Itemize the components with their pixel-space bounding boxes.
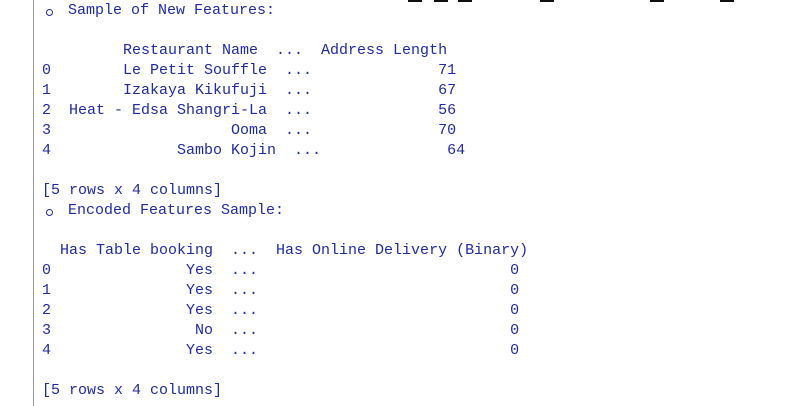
table-row: 4 Sambo Kojin ... 64	[42, 142, 466, 159]
section-title-text: Encoded Features Sample:	[68, 202, 285, 219]
table-row: 0 Yes ... 0	[42, 262, 520, 279]
table-row: 3 Ooma ... 70	[42, 122, 457, 139]
console-output: Sample of New Features: Restaurant Name …	[42, 1, 798, 401]
table-row: 3 No ... 0	[42, 322, 520, 339]
table-row: 4 Yes ... 0	[42, 342, 520, 359]
table-row: 0 Le Petit Souffle ... 71	[42, 62, 457, 79]
section-title-text: Sample of New Features:	[68, 2, 276, 19]
table-shape-footer: [5 rows x 4 columns]	[42, 382, 223, 399]
section-title-encoded-features: Encoded Features Sample:	[42, 201, 798, 221]
table-row: 2 Yes ... 0	[42, 302, 520, 319]
table-row: 1 Yes ... 0	[42, 282, 520, 299]
table-row: 1 Izakaya Kikufuji ... 67	[42, 82, 457, 99]
console-left-border	[33, 0, 34, 406]
table-shape-footer: [5 rows x 4 columns]	[42, 182, 223, 199]
section-title-new-features: Sample of New Features:	[42, 1, 798, 21]
table-row: 2 Heat - Edsa Shangri-La ... 56	[42, 102, 457, 119]
table-header: Restaurant Name ... Address Length	[42, 42, 448, 59]
table-header: Has Table booking ... Has Online Deliver…	[42, 242, 529, 259]
